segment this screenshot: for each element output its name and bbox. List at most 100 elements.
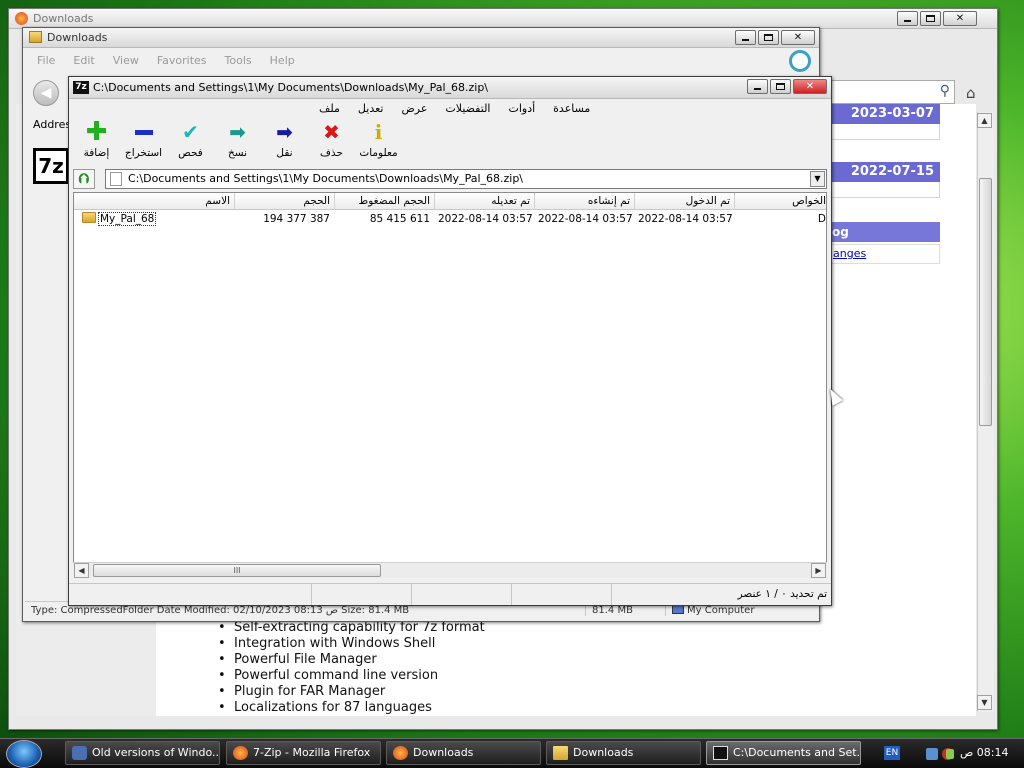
menu-edit[interactable]: Edit [73, 54, 94, 67]
horizontal-scroll-thumb[interactable]: III [93, 564, 381, 577]
path-input[interactable]: C:\Documents and Settings\1\My Documents… [105, 169, 827, 189]
language-indicator[interactable]: EN [884, 746, 900, 760]
menu-help[interactable]: مساعدة [551, 102, 592, 115]
move-label: نقل [276, 147, 293, 159]
menu-tools[interactable]: Tools [225, 54, 252, 67]
delete-button[interactable]: ✖ حذف [308, 119, 355, 159]
chevron-down-icon[interactable]: ▼ [810, 171, 825, 187]
scroll-down-button[interactable]: ▼ [977, 695, 992, 710]
taskbar-item[interactable]: Downloads [386, 741, 541, 765]
maximize-button[interactable] [770, 79, 791, 94]
taskbar-item[interactable]: 7-Zip - Mozilla Firefox [226, 741, 381, 765]
status-segment [311, 584, 411, 605]
start-button[interactable] [6, 740, 42, 768]
taskbar-item[interactable]: Downloads [546, 741, 701, 765]
column-size[interactable]: الحجم [234, 193, 334, 210]
scroll-right-button[interactable]: ▶ [811, 563, 826, 578]
horizontal-scrollbar[interactable]: ◀ III ▶ [73, 562, 827, 578]
file-modified: 2022-08-14 03:57 [438, 213, 533, 225]
search-input[interactable]: ⚲ [830, 80, 955, 104]
minimize-button[interactable] [897, 11, 918, 26]
page-icon [110, 172, 122, 186]
network-icon[interactable] [926, 748, 938, 760]
test-label: فحص [178, 147, 203, 159]
test-button[interactable]: ✔ فحص [167, 119, 214, 159]
list-item: Integration with Windows Shell [218, 636, 485, 652]
menu-view[interactable]: عرض [399, 102, 429, 115]
7zip-statusbar: تم تحديد ٠ / ١ عنصر [69, 583, 831, 605]
blog-header: og [830, 222, 940, 242]
list-item: Powerful command line version [218, 668, 485, 684]
file-attributes: D [817, 213, 826, 225]
column-modified[interactable]: تم تعديله [434, 193, 534, 210]
selection-status: تم تحديد ٠ / ١ عنصر [611, 584, 831, 605]
status-segment [511, 584, 611, 605]
firefox-icon [393, 746, 408, 760]
page-scroll-thumb[interactable] [979, 178, 992, 426]
column-accessed[interactable]: تم الدخول [634, 193, 734, 210]
firefox-icon [15, 12, 28, 25]
system-clock[interactable]: 08:14 ص [960, 746, 1009, 759]
minimize-button[interactable] [747, 79, 768, 94]
taskbar-item-label: Old versions of Windo... [92, 746, 220, 759]
date-badge-body [830, 124, 940, 140]
volume-icon[interactable] [946, 749, 954, 759]
close-button[interactable]: ✕ [793, 79, 827, 94]
menu-file[interactable]: ملف [317, 102, 342, 115]
move-arrow-icon: ➡ [276, 120, 293, 144]
downloads-titlebar: Downloads ✕ [23, 28, 819, 48]
menu-tools[interactable]: أدوات [506, 102, 537, 115]
windows-logo-icon [789, 50, 811, 72]
taskbar-item-label: Downloads [413, 746, 474, 759]
scroll-left-button[interactable]: ◀ [74, 563, 89, 578]
maximize-button[interactable] [758, 30, 779, 45]
column-name[interactable]: الاسم [74, 193, 234, 210]
home-icon[interactable]: ⌂ [966, 84, 976, 102]
firefox-titlebar: Downloads ✕ [9, 9, 997, 29]
menu-file[interactable]: File [37, 54, 55, 67]
status-size: 81.4 MB [585, 605, 665, 616]
address-label: Addres [33, 118, 72, 131]
taskbar-item[interactable]: C:\Documents and Set... [706, 741, 861, 765]
menu-view[interactable]: View [113, 54, 139, 67]
explorer-menubar: File Edit View Favorites Tools Help [27, 50, 295, 70]
back-button[interactable]: ◀ [33, 80, 59, 106]
info-button[interactable]: i معلومات [355, 119, 402, 159]
folder-icon [553, 746, 568, 760]
list-item: Powerful File Manager [218, 652, 485, 668]
menu-help[interactable]: Help [270, 54, 295, 67]
date-badge: 2023-03-07 [830, 104, 940, 124]
folder-up-button[interactable]: ⮉ [73, 169, 95, 189]
copy-button[interactable]: ➡ نسخ [214, 119, 261, 159]
column-packed-size[interactable]: الحجم المضغوط [334, 193, 434, 210]
file-packed-size: 85 415 611 [369, 213, 430, 225]
minimize-button[interactable] [735, 30, 756, 45]
search-icon[interactable]: ⚲ [940, 83, 950, 99]
close-button[interactable]: ✕ [943, 11, 977, 26]
firefox-icon [233, 746, 248, 760]
changes-link[interactable]: anges [830, 244, 940, 264]
delete-label: حذف [320, 147, 343, 159]
7zip-app-icon: 7z [73, 81, 89, 94]
column-attributes[interactable]: الخواص [734, 193, 826, 210]
close-button[interactable]: ✕ [781, 30, 815, 45]
features-list: Self-extracting capability for 7z format… [218, 620, 485, 716]
7zip-title: C:\Documents and Settings\1\My Documents… [93, 81, 489, 94]
scroll-up-button[interactable]: ▲ [977, 113, 992, 128]
extract-button[interactable]: استخراج [120, 119, 167, 159]
date-badge-body [830, 182, 940, 198]
menu-favorites[interactable]: التفضيلات [443, 102, 492, 115]
7zip-app-icon [713, 746, 728, 760]
maximize-button[interactable] [920, 11, 941, 26]
table-row[interactable]: My_Pal_68 [78, 211, 238, 227]
menu-edit[interactable]: تعديل [356, 102, 386, 115]
7zip-toolbar: ✚ إضافة استخراج ✔ فحص ➡ نسخ ➡ نقل ✖ حذف … [73, 117, 402, 167]
file-created: 2022-08-14 03:57 [538, 213, 633, 225]
add-button[interactable]: ✚ إضافة [73, 117, 120, 159]
move-button[interactable]: ➡ نقل [261, 119, 308, 159]
delete-x-icon: ✖ [323, 120, 340, 144]
file-list[interactable]: الاسم الحجم الحجم المضغوط تم تعديله تم إ… [73, 192, 827, 576]
column-created[interactable]: تم إنشاءه [534, 193, 634, 210]
taskbar-item[interactable]: Old versions of Windo... [65, 741, 220, 765]
menu-favorites[interactable]: Favorites [157, 54, 207, 67]
